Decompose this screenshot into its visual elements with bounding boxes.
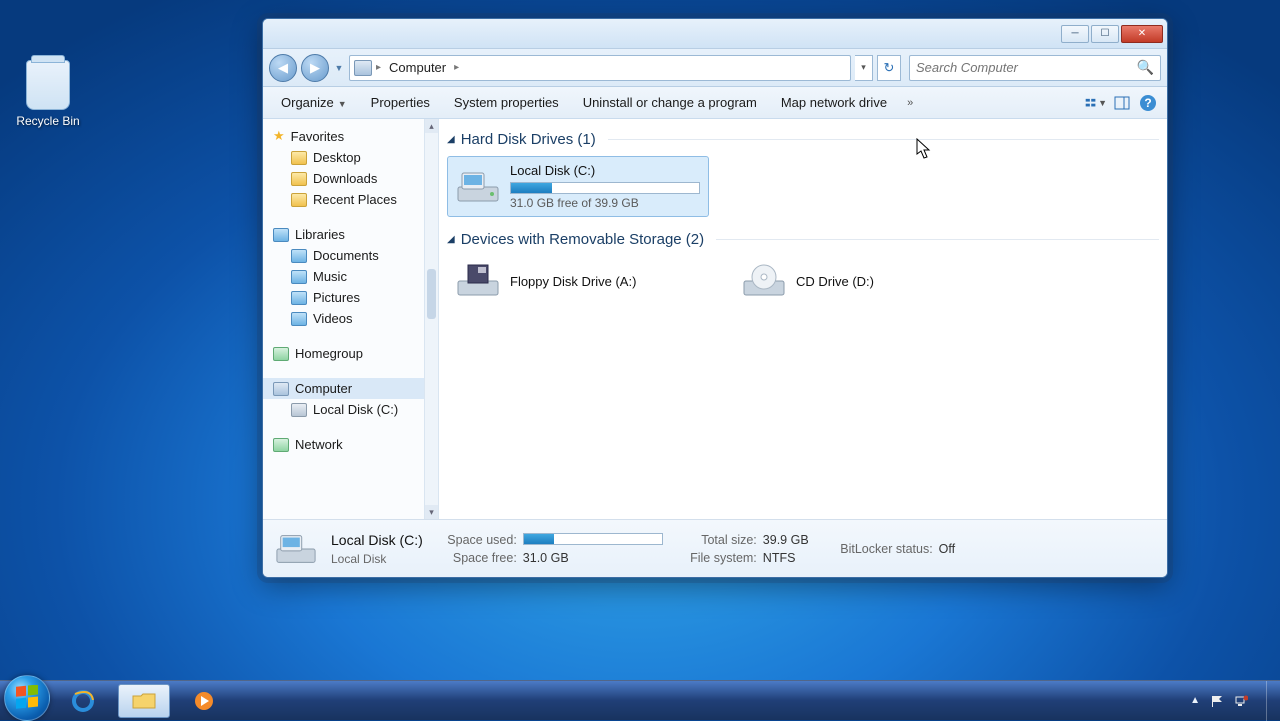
star-icon: ★ [273, 128, 285, 144]
nav-recent-places[interactable]: Recent Places [263, 189, 424, 210]
history-dropdown[interactable]: ▼ [333, 63, 345, 73]
details-type: Local Disk [331, 552, 423, 566]
drive-label: Local Disk (C:) [510, 163, 700, 178]
taskbar-ie[interactable] [58, 684, 110, 718]
minimize-button[interactable]: ─ [1061, 25, 1089, 43]
taskbar: ▲ [0, 680, 1280, 720]
nav-documents[interactable]: Documents [263, 245, 424, 266]
nav-music[interactable]: Music [263, 266, 424, 287]
computer-icon [354, 60, 372, 76]
cd-drive-icon [742, 263, 786, 299]
nav-videos[interactable]: Videos [263, 308, 424, 329]
folder-icon [291, 172, 307, 186]
show-desktop-button[interactable] [1266, 681, 1280, 721]
recycle-bin[interactable]: Recycle Bin [16, 60, 80, 128]
search-icon[interactable]: 🔍 [1137, 59, 1154, 76]
details-pane: Local Disk (C:) Local Disk Space used: S… [263, 519, 1167, 577]
library-icon [291, 249, 307, 263]
computer-icon [273, 382, 289, 396]
explorer-window: ─ ☐ ✕ ◀ ▶ ▼ ▸ Computer ▸ ▾ ↻ 🔍 Organize▼… [262, 18, 1168, 578]
drive-cd-d[interactable]: CD Drive (D:) [733, 256, 995, 306]
nav-computer[interactable]: Computer [263, 378, 424, 399]
search-box[interactable]: 🔍 [909, 55, 1161, 81]
folder-icon [291, 151, 307, 165]
svg-text:?: ? [1144, 96, 1151, 110]
network-icon [273, 438, 289, 452]
network-header[interactable]: Network [263, 434, 424, 455]
total-size-value: 39.9 GB [763, 533, 809, 547]
internet-explorer-icon [71, 690, 97, 712]
view-options-button[interactable]: ▼ [1085, 92, 1107, 114]
free-space-text: 31.0 GB free of 39.9 GB [510, 196, 700, 210]
system-tray: ▲ [1190, 694, 1266, 708]
nav-desktop[interactable]: Desktop [263, 147, 424, 168]
space-free-value: 31.0 GB [523, 551, 569, 565]
start-button[interactable] [4, 675, 50, 721]
navigation-pane: ★Favorites Desktop Downloads Recent Plac… [263, 119, 425, 519]
recycle-bin-icon [26, 60, 70, 110]
back-button[interactable]: ◀ [269, 54, 297, 82]
preview-pane-button[interactable] [1111, 92, 1133, 114]
address-dropdown[interactable]: ▾ [855, 55, 873, 81]
navigation-row: ◀ ▶ ▼ ▸ Computer ▸ ▾ ↻ 🔍 [263, 49, 1167, 87]
collapse-icon: ◢ [447, 234, 455, 245]
library-icon [291, 312, 307, 326]
removable-category-header[interactable]: ◢ Devices with Removable Storage (2) [447, 231, 1159, 248]
nav-pictures[interactable]: Pictures [263, 287, 424, 308]
drive-floppy-a[interactable]: Floppy Disk Drive (A:) [447, 256, 709, 306]
breadcrumb-computer[interactable]: Computer [385, 60, 450, 75]
floppy-drive-icon [456, 263, 500, 299]
space-used-bar [523, 533, 663, 545]
hdd-category-header[interactable]: ◢ Hard Disk Drives (1) [447, 131, 1159, 148]
network-icon[interactable] [1234, 694, 1248, 708]
collapse-icon: ◢ [447, 134, 455, 145]
maximize-button[interactable]: ☐ [1091, 25, 1119, 43]
help-button[interactable]: ? [1137, 92, 1159, 114]
uninstall-button[interactable]: Uninstall or change a program [573, 91, 767, 114]
libraries-icon [273, 228, 289, 242]
folder-icon [131, 690, 157, 712]
content-area: ◢ Hard Disk Drives (1) Local Disk (C:) [439, 119, 1167, 519]
command-bar: Organize▼ Properties System properties U… [263, 87, 1167, 119]
organize-menu[interactable]: Organize▼ [271, 91, 357, 114]
capacity-bar [510, 182, 700, 194]
map-network-drive-button[interactable]: Map network drive [771, 91, 897, 114]
drive-label: CD Drive (D:) [796, 274, 874, 289]
media-player-icon [191, 690, 217, 712]
search-input[interactable] [916, 60, 1137, 75]
taskbar-media-player[interactable] [178, 684, 230, 718]
navpane-scrollbar[interactable]: ▴▾ [425, 119, 439, 519]
refresh-button[interactable]: ↻ [877, 55, 901, 81]
filesystem-value: NTFS [763, 551, 796, 565]
breadcrumb-separator: ▸ [376, 62, 381, 73]
library-icon [291, 270, 307, 284]
bitlocker-value: Off [939, 542, 955, 556]
favorites-header[interactable]: ★Favorites [263, 125, 424, 147]
drive-label: Floppy Disk Drive (A:) [510, 274, 636, 289]
toolbar-overflow[interactable]: » [901, 93, 919, 113]
nav-downloads[interactable]: Downloads [263, 168, 424, 189]
drive-local-disk-c[interactable]: Local Disk (C:) 31.0 GB free of 39.9 GB [447, 156, 709, 217]
nav-local-disk-c[interactable]: Local Disk (C:) [263, 399, 424, 420]
hard-drive-icon [275, 530, 317, 568]
details-name: Local Disk (C:) [331, 532, 423, 548]
titlebar[interactable]: ─ ☐ ✕ [263, 19, 1167, 49]
homegroup-header[interactable]: Homegroup [263, 343, 424, 364]
hard-drive-icon [456, 169, 500, 205]
libraries-header[interactable]: Libraries [263, 224, 424, 245]
library-icon [291, 291, 307, 305]
forward-button[interactable]: ▶ [301, 54, 329, 82]
tray-overflow-icon[interactable]: ▲ [1190, 695, 1200, 706]
drive-icon [291, 403, 307, 417]
properties-button[interactable]: Properties [361, 91, 440, 114]
close-button[interactable]: ✕ [1121, 25, 1163, 43]
breadcrumb-separator: ▸ [454, 62, 459, 73]
action-center-icon[interactable] [1210, 694, 1224, 708]
folder-icon [291, 193, 307, 207]
homegroup-icon [273, 347, 289, 361]
taskbar-explorer[interactable] [118, 684, 170, 718]
system-properties-button[interactable]: System properties [444, 91, 569, 114]
address-bar[interactable]: ▸ Computer ▸ [349, 55, 851, 81]
recycle-bin-label: Recycle Bin [16, 114, 80, 128]
